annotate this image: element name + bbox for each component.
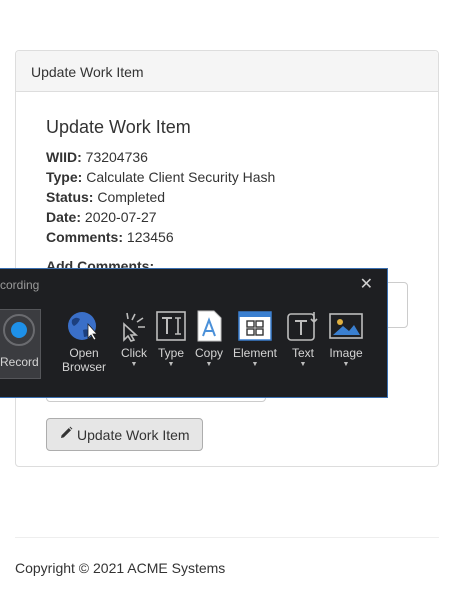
status-row: Status: Completed [46, 189, 165, 205]
type-chevron-down-icon: ▼ [167, 361, 175, 368]
recorder-toolbar: cording ✕ Record Open Browser Click ▼ Ty… [0, 268, 388, 398]
close-icon[interactable]: ✕ [360, 274, 373, 294]
copy-button[interactable]: Copy ▼ [191, 310, 227, 369]
page-title: Update Work Item [46, 117, 191, 137]
panel-heading: Update Work Item [16, 51, 438, 92]
text-type-icon [153, 310, 189, 342]
text-label: Text [291, 346, 314, 360]
date-row: Date: 2020-07-27 [46, 209, 157, 225]
element-window-icon [231, 310, 279, 342]
element-chevron-down-icon: ▼ [251, 361, 259, 368]
image-icon [326, 310, 366, 342]
image-label: Image [329, 346, 363, 360]
image-chevron-down-icon: ▼ [342, 361, 350, 368]
open-browser-label-1: Open [69, 346, 99, 360]
type-button[interactable]: Type ▼ [153, 310, 189, 369]
record-dot-icon [11, 322, 27, 338]
copy-chevron-down-icon: ▼ [205, 361, 213, 368]
click-chevron-down-icon: ▼ [130, 361, 138, 368]
type-row: Type: Calculate Client Security Hash [46, 169, 275, 185]
pencil-icon [59, 426, 73, 443]
footer-divider [15, 537, 439, 538]
wiid-label: WIID: [46, 149, 82, 165]
type-label: Type: [46, 169, 83, 185]
date-label: Date: [46, 209, 82, 225]
status-value: Completed [97, 189, 166, 205]
recorder-titlebar[interactable]: cording ✕ [0, 269, 387, 299]
wiid-value: 73204736 [85, 149, 148, 165]
text-chevron-down-icon: ▼ [299, 361, 307, 368]
update-work-item-label: Update Work Item [77, 426, 190, 443]
copy-label: Copy [194, 346, 223, 360]
type-label: Type [157, 346, 184, 360]
record-button[interactable]: Record [0, 309, 41, 379]
record-label: Record [0, 355, 39, 369]
click-label: Click [121, 346, 147, 360]
recorder-title: cording [0, 278, 40, 292]
element-button[interactable]: Element ▼ [231, 310, 279, 369]
footer-copyright: Copyright © 2021 ACME Systems [15, 560, 226, 576]
text-arrow-icon [285, 310, 321, 342]
comments-value: 123456 [126, 229, 174, 245]
update-work-item-button[interactable]: Update Work Item [46, 418, 203, 451]
click-pointer-icon [116, 310, 152, 342]
globe-cursor-icon [58, 310, 110, 342]
comments-label: Comments: [46, 229, 124, 245]
text-button[interactable]: Text ▼ [285, 310, 321, 369]
open-browser-button[interactable]: Open Browser [58, 310, 110, 374]
status-label: Status: [46, 189, 94, 205]
type-value: Calculate Client Security Hash [86, 169, 276, 185]
comments-row: Comments: 123456 [46, 229, 174, 245]
image-button[interactable]: Image ▼ [326, 310, 366, 369]
open-browser-label-2: Browser [61, 360, 106, 374]
date-value: 2020-07-27 [84, 209, 157, 225]
copy-document-icon [191, 310, 227, 342]
click-button[interactable]: Click ▼ [116, 310, 152, 369]
element-label: Element [232, 346, 278, 360]
wiid-row: WIID: 73204736 [46, 149, 148, 165]
